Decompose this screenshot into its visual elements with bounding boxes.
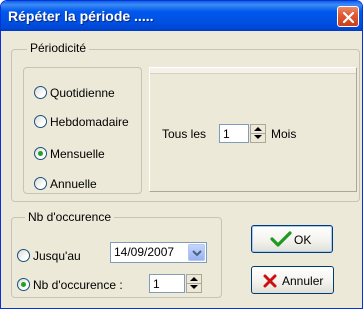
radio-label: Mensuelle	[50, 147, 105, 161]
x-mark-icon	[263, 274, 277, 288]
checkmark-icon	[270, 231, 292, 247]
interval-stepper[interactable]	[250, 124, 266, 143]
radio-button[interactable]	[34, 147, 47, 160]
close-icon	[342, 11, 355, 24]
radio-mensuelle[interactable]: Mensuelle	[34, 146, 134, 162]
radio-button[interactable]	[34, 115, 47, 128]
radio-jusquau[interactable]: Jusqu'au	[17, 248, 97, 264]
title-bar[interactable]: Répéter la période .....	[1, 1, 362, 31]
arrow-down-icon	[254, 135, 262, 139]
occurrence-count-stepper[interactable]	[186, 274, 202, 293]
periodicity-detail-panel: Tous les 1 Mois	[149, 67, 357, 192]
ok-button[interactable]: OK	[251, 225, 333, 253]
periodicite-legend: Périodicité	[27, 41, 90, 55]
radio-label: Jusqu'au	[33, 249, 81, 263]
radio-label: Nb d'occurence :	[33, 278, 123, 292]
window-title: Répéter la période .....	[8, 8, 154, 24]
occurrence-legend: Nb d'occurence	[25, 210, 115, 224]
radio-quotidienne[interactable]: Quotidienne	[34, 85, 134, 101]
radio-label: Quotidienne	[50, 86, 115, 100]
stepper-down[interactable]	[187, 283, 201, 292]
cancel-button[interactable]: Annuler	[251, 266, 334, 294]
radio-button[interactable]	[34, 177, 47, 190]
interval-input[interactable]: 1	[219, 124, 249, 143]
radio-selected-dot	[38, 151, 43, 156]
radio-nb-occurence[interactable]: Nb d'occurence :	[17, 277, 145, 293]
arrow-down-icon	[190, 285, 198, 289]
interval-unit-label: Mois	[271, 127, 297, 141]
radio-selected-dot	[21, 282, 26, 287]
chevron-down-icon	[192, 250, 202, 257]
dialog-window: Répéter la période ..... Périodicité Quo…	[0, 0, 363, 309]
radio-label: Annuelle	[50, 177, 97, 191]
radio-button[interactable]	[34, 86, 47, 99]
occurrence-count-input[interactable]: 1	[149, 274, 185, 293]
close-button[interactable]	[337, 6, 359, 27]
radio-label: Hebdomadaire	[50, 115, 129, 129]
interval-prefix-label: Tous les	[162, 127, 207, 141]
radio-button[interactable]	[17, 249, 30, 262]
date-dropdown-button[interactable]	[188, 244, 205, 261]
radio-hebdomadaire[interactable]: Hebdomadaire	[34, 114, 139, 130]
cancel-label: Annuler	[282, 274, 324, 288]
arrow-up-icon	[254, 127, 262, 131]
radio-annuelle[interactable]: Annuelle	[34, 176, 134, 192]
arrow-up-icon	[190, 277, 198, 281]
stepper-down[interactable]	[251, 133, 265, 142]
panel-tab-strip	[150, 68, 356, 74]
ok-label: OK	[294, 233, 312, 247]
until-date-combo[interactable]: 14/09/2007	[110, 242, 207, 263]
radio-button[interactable]	[17, 278, 30, 291]
